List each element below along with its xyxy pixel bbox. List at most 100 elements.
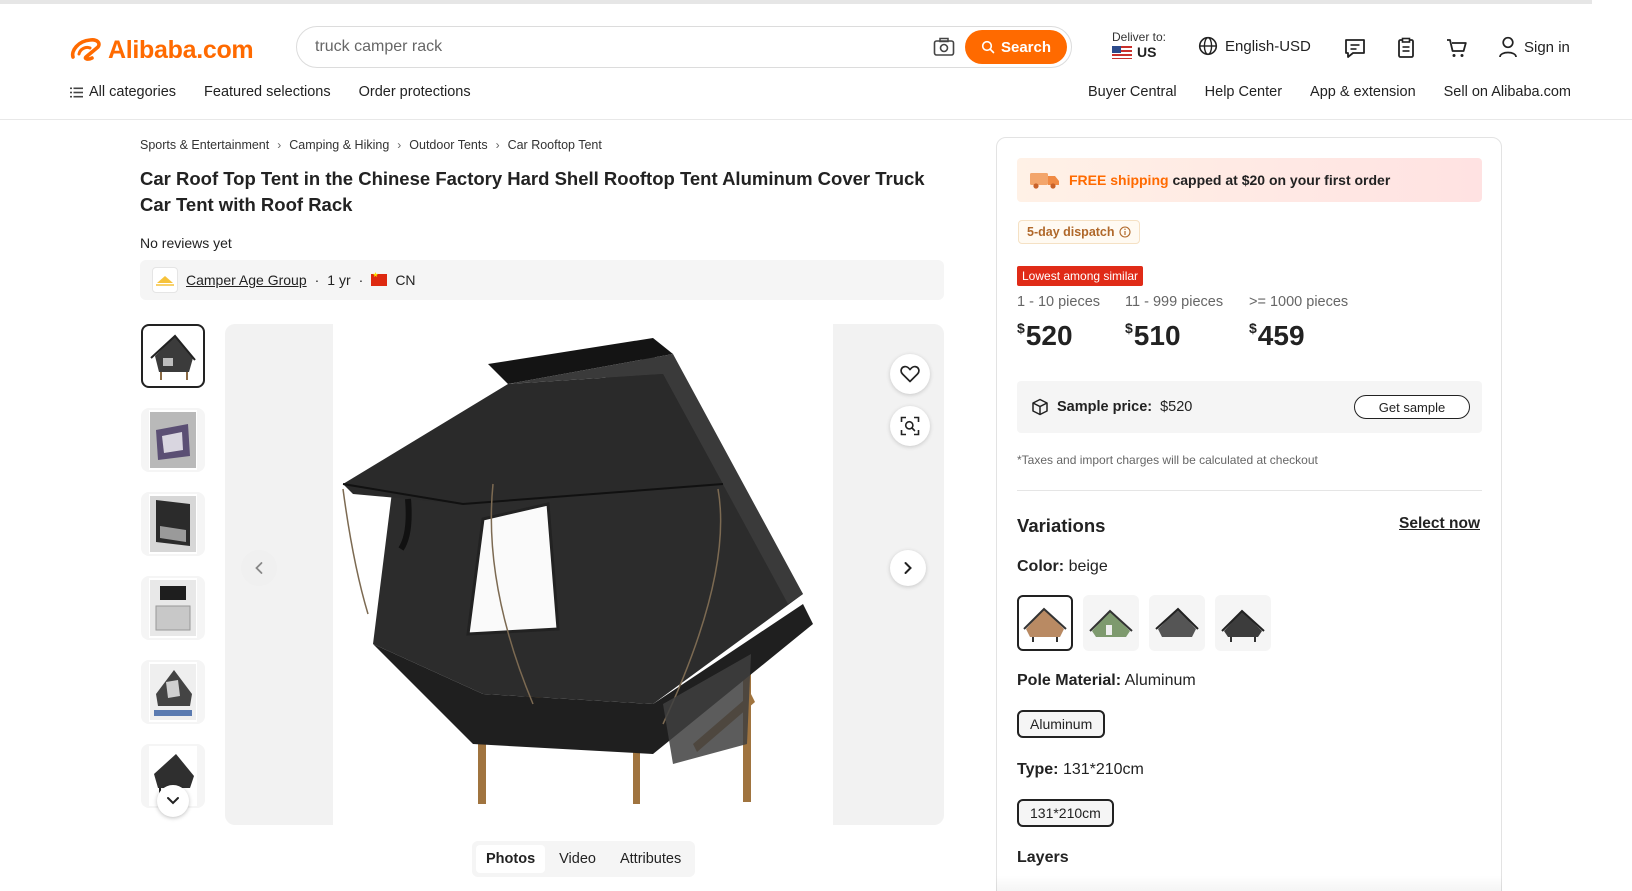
sample-price-box: Sample price: $520 Get sample bbox=[1017, 381, 1482, 433]
previous-image-button[interactable] bbox=[241, 550, 277, 586]
pole-material-label: Pole Material: bbox=[1017, 672, 1122, 689]
box-icon bbox=[1032, 398, 1048, 416]
chevron-down-icon bbox=[167, 797, 179, 805]
dot-separator: · bbox=[314, 272, 320, 288]
supplier-logo-icon bbox=[156, 276, 174, 286]
thumbnail[interactable] bbox=[141, 324, 205, 388]
tab-photos[interactable]: Photos bbox=[476, 845, 546, 873]
info-icon bbox=[1118, 226, 1131, 238]
orders-icon[interactable] bbox=[1394, 36, 1418, 60]
color-swatch[interactable] bbox=[1017, 595, 1073, 651]
thumbnail[interactable] bbox=[141, 408, 205, 472]
nav-buyer-central[interactable]: Buyer Central bbox=[1088, 84, 1177, 100]
user-icon bbox=[1499, 36, 1517, 58]
scan-search-icon bbox=[900, 416, 920, 436]
nav-featured-selections[interactable]: Featured selections bbox=[204, 84, 331, 100]
thumbnail[interactable] bbox=[141, 576, 205, 640]
color-swatch[interactable] bbox=[1149, 595, 1205, 651]
search-bar: Search bbox=[296, 26, 1072, 68]
menu-icon bbox=[70, 87, 83, 97]
tier-price: $459 bbox=[1249, 320, 1348, 352]
breadcrumb-item[interactable]: Car Rooftop Tent bbox=[508, 138, 602, 152]
sample-price-label: Sample price: bbox=[1057, 399, 1153, 415]
dispatch-text: 5-day dispatch bbox=[1027, 225, 1115, 239]
deliver-country: US bbox=[1137, 44, 1157, 60]
price-tier: 1 - 10 pieces $520 bbox=[1017, 294, 1100, 352]
tier-price-value: 459 bbox=[1257, 320, 1305, 351]
color-attribute: Color: beige bbox=[1017, 558, 1108, 576]
tent-interior-thumbnail-icon bbox=[150, 412, 196, 468]
tent-dark-swatch-icon bbox=[1221, 609, 1265, 642]
sample-price-value: $520 bbox=[1160, 399, 1193, 415]
heart-icon bbox=[900, 365, 920, 383]
thumbnails-scroll-down-button[interactable] bbox=[157, 785, 189, 817]
reviews-text: No reviews yet bbox=[140, 235, 232, 251]
chevron-right-icon: › bbox=[495, 138, 500, 152]
alibaba-logo[interactable]: Alibaba.com bbox=[70, 33, 254, 67]
color-swatch[interactable] bbox=[1083, 595, 1139, 651]
color-label: Color: bbox=[1017, 558, 1065, 575]
tent-thumbnail-icon bbox=[150, 334, 196, 380]
breadcrumb-item[interactable]: Outdoor Tents bbox=[409, 138, 487, 152]
supplier-country: CN bbox=[395, 272, 416, 288]
dot-separator: · bbox=[358, 272, 364, 288]
cn-flag-icon bbox=[371, 271, 388, 286]
chevron-left-icon bbox=[255, 562, 263, 574]
nav-order-protections[interactable]: Order protections bbox=[359, 84, 471, 100]
globe-icon bbox=[1198, 36, 1218, 56]
get-sample-button[interactable]: Get sample bbox=[1354, 395, 1470, 419]
tier-price: $510 bbox=[1125, 320, 1223, 352]
next-image-button[interactable] bbox=[890, 550, 926, 586]
tent-green-swatch-icon bbox=[1089, 609, 1133, 637]
type-attribute: Type: 131*210cm bbox=[1017, 761, 1144, 779]
site-header: Alibaba.com Search Deliver to: US bbox=[0, 4, 1632, 120]
message-icon[interactable] bbox=[1343, 36, 1367, 60]
favorite-button[interactable] bbox=[890, 354, 930, 394]
search-button[interactable]: Search bbox=[965, 30, 1067, 64]
nav-all-categories-label: All categories bbox=[89, 84, 177, 100]
thumbnail[interactable] bbox=[141, 492, 205, 556]
pole-material-option[interactable]: Aluminum bbox=[1017, 710, 1106, 738]
breadcrumb: Sports & Entertainment › Camping & Hikin… bbox=[140, 138, 602, 152]
accessories-thumbnail-icon bbox=[150, 580, 196, 636]
tent-beige-swatch-icon bbox=[1023, 607, 1067, 642]
thumbnail[interactable] bbox=[141, 660, 205, 724]
supplier-bar: Camper Age Group · 1 yr · CN bbox=[140, 260, 944, 300]
breadcrumb-item[interactable]: Camping & Hiking bbox=[289, 138, 389, 152]
type-option[interactable]: 131*210cm bbox=[1017, 799, 1114, 827]
us-flag-icon bbox=[1112, 46, 1132, 59]
price-tier: >= 1000 pieces $459 bbox=[1249, 294, 1348, 352]
nav-help-center[interactable]: Help Center bbox=[1205, 84, 1282, 100]
logo-text: Alibaba.com bbox=[108, 35, 254, 64]
nav-app-extension[interactable]: App & extension bbox=[1310, 84, 1416, 100]
color-swatches bbox=[1017, 595, 1271, 651]
deliver-to[interactable]: Deliver to: US bbox=[1112, 30, 1166, 60]
currency-symbol: $ bbox=[1017, 320, 1025, 336]
supplier-name[interactable]: Camper Age Group bbox=[186, 272, 307, 288]
tier-price: $520 bbox=[1017, 320, 1100, 352]
supplier-logo bbox=[152, 267, 178, 293]
tab-video[interactable]: Video bbox=[549, 845, 606, 873]
tab-attributes[interactable]: Attributes bbox=[610, 845, 691, 873]
nav-all-categories[interactable]: All categories bbox=[70, 84, 176, 100]
search-input[interactable] bbox=[315, 33, 875, 61]
tier-quantity: >= 1000 pieces bbox=[1249, 294, 1349, 310]
main-product-image[interactable] bbox=[225, 324, 944, 825]
tent-shell-thumbnail-icon bbox=[150, 496, 196, 552]
free-shipping-text: FREE shipping bbox=[1069, 172, 1169, 188]
language-selector[interactable]: English-USD bbox=[1198, 36, 1311, 56]
pole-material-value: Aluminum bbox=[1124, 672, 1196, 689]
sign-in-link[interactable]: Sign in bbox=[1498, 36, 1570, 58]
color-swatch[interactable] bbox=[1215, 595, 1271, 651]
alibaba-logo-icon bbox=[70, 38, 101, 61]
lowest-price-badge: Lowest among similar bbox=[1017, 266, 1144, 286]
dispatch-badge[interactable]: 5-day dispatch bbox=[1018, 220, 1140, 244]
nav-sell-on-alibaba[interactable]: Sell on Alibaba.com bbox=[1444, 84, 1571, 100]
breadcrumb-item[interactable]: Sports & Entertainment bbox=[140, 138, 269, 152]
select-now-link[interactable]: Select now bbox=[1399, 515, 1480, 533]
cart-icon[interactable] bbox=[1445, 36, 1469, 60]
image-search-button[interactable] bbox=[890, 406, 930, 446]
rooftop-tent-image bbox=[342, 338, 813, 804]
panel-bottom-shadow bbox=[996, 875, 1502, 891]
image-search-icon[interactable] bbox=[933, 37, 955, 57]
